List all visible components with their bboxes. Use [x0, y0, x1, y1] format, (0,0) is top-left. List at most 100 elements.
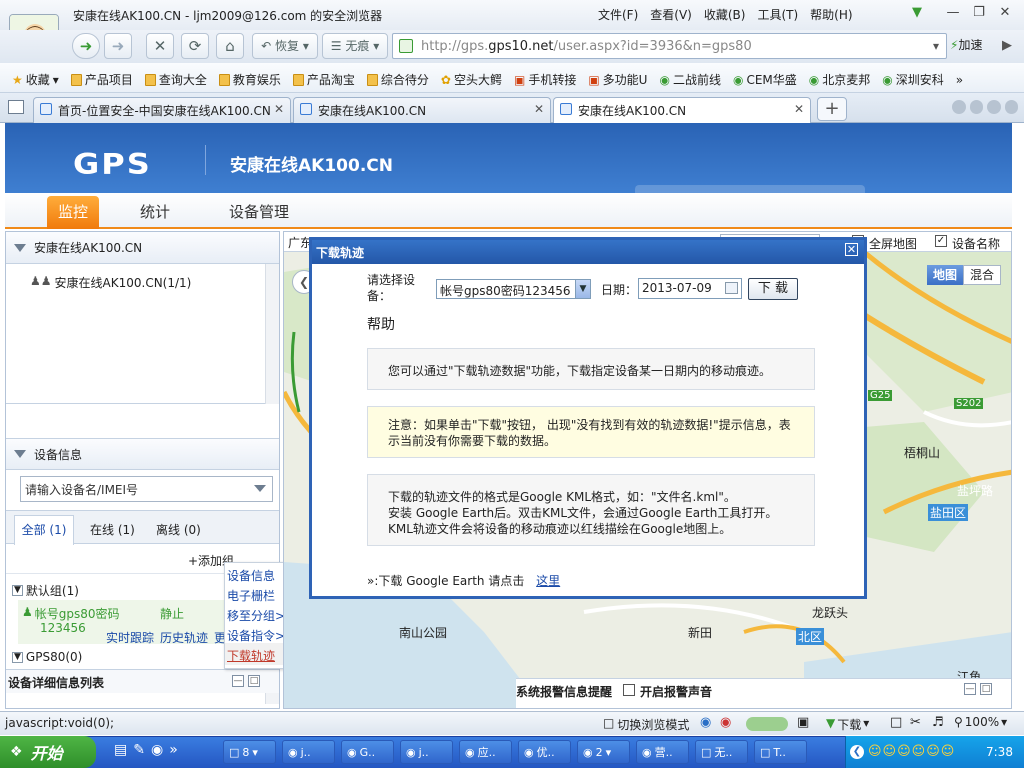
nav-monitor[interactable]: 监控 — [47, 196, 99, 229]
map-type-map[interactable]: 地图 — [927, 265, 963, 285]
tab-ak100-active[interactable]: 安康在线AK100.CN ✕ — [553, 97, 811, 124]
realtime-track-link[interactable]: 实时跟踪 — [106, 629, 154, 646]
favorites-overflow-icon[interactable]: » — [950, 71, 969, 88]
task-item[interactable]: □ 无.. — [695, 740, 748, 764]
tree-scrollbar[interactable] — [265, 264, 279, 404]
fav-item[interactable]: 教育娱乐 — [213, 71, 287, 88]
task-item[interactable]: ◉ G.. — [341, 740, 394, 764]
tab-close-all-icon[interactable] — [1004, 100, 1018, 114]
tab-ak100-1[interactable]: 安康在线AK100.CN ✕ — [293, 97, 551, 123]
quicklaunch-icon[interactable]: ▤ — [114, 742, 127, 758]
minimize-alarm-icon[interactable]: — — [964, 683, 976, 695]
volume-icon[interactable]: ♬ — [932, 715, 944, 730]
tab-list-icon[interactable] — [8, 100, 24, 114]
filter-offline[interactable]: 离线 (0) — [156, 521, 201, 538]
tree-header[interactable]: 安康在线AK100.CN — [6, 232, 279, 264]
device-name-checkbox[interactable]: ✓ — [935, 235, 947, 247]
restore-button[interactable]: ↶ 恢复 ▾ — [252, 33, 318, 59]
fav-item[interactable]: ◉ 北京麦邦 — [803, 71, 877, 88]
fav-item[interactable]: ▣ 手机转接 — [508, 71, 582, 88]
notrace-button[interactable]: ☰ 无痕 ▾ — [322, 33, 388, 59]
address-text[interactable]: http://gps.gps10.net/user.aspx?id=3936&n… — [421, 39, 752, 54]
fav-item[interactable]: ◉ CEM华盛 — [727, 71, 803, 88]
new-tab-icon[interactable]: + — [817, 97, 847, 121]
tab-left-icon[interactable] — [952, 100, 966, 114]
menu-tools[interactable]: 工具(T) — [757, 6, 798, 23]
refresh-icon[interactable]: ⟳ — [181, 33, 209, 59]
address-dropdown-icon[interactable]: ▾ — [926, 34, 946, 58]
device-header[interactable]: 设备信息 — [6, 438, 279, 470]
chevron-down-icon[interactable] — [254, 485, 266, 492]
shirt-icon[interactable]: ▼ — [906, 3, 928, 23]
history-track-link[interactable]: 历史轨迹 — [160, 629, 208, 646]
group-gps80[interactable]: ▼ GPS80(0) — [12, 650, 82, 664]
task-item[interactable]: ◉ 2 ▾ — [577, 740, 630, 764]
close-window-icon[interactable]: ✕ — [994, 3, 1016, 23]
alarm-sound-checkbox[interactable] — [623, 684, 635, 696]
earth-download-link[interactable]: 这里 — [536, 574, 560, 588]
task-item[interactable]: □ 8 ▾ — [223, 740, 276, 764]
tray-icons[interactable]: ☺☺☺☺☺☺ — [868, 744, 955, 759]
fav-item[interactable]: ✿ 空头大鳄 — [435, 71, 508, 88]
close-icon[interactable]: ✕ — [845, 243, 858, 256]
task-item[interactable]: ◉ 优.. — [518, 740, 571, 764]
home-icon[interactable]: ⌂ — [216, 33, 244, 59]
fav-item[interactable]: 产品项目 — [65, 71, 139, 88]
zoom-control[interactable]: ⚲ 100% ▾ — [954, 715, 1007, 729]
stop-icon[interactable]: ✕ — [146, 33, 174, 59]
device-search-input[interactable]: 请输入设备名/IMEI号 — [20, 476, 273, 502]
tab-menu-icon[interactable] — [987, 100, 1001, 114]
nav-device-management[interactable]: 设备管理 — [229, 201, 289, 222]
filter-online[interactable]: 在线 (1) — [90, 521, 135, 538]
tab-home[interactable]: 首页-位置安全-中国安康在线AK100.CN ✕ — [33, 97, 291, 123]
tool-icon[interactable]: ▣ — [797, 715, 809, 730]
chevron-down-icon[interactable]: ▼ — [575, 280, 590, 298]
fav-item[interactable]: 综合待分 — [361, 71, 435, 88]
menu-file[interactable]: 文件(F) — [598, 6, 638, 23]
fav-item[interactable]: ◉ 深圳安科 — [876, 71, 950, 88]
fav-item[interactable]: 产品淘宝 — [287, 71, 361, 88]
minimize-panel-icon[interactable]: — — [232, 675, 244, 687]
maximize-panel-icon[interactable]: □ — [248, 675, 260, 687]
ie-icon[interactable]: ◉ — [700, 715, 711, 730]
security-icon[interactable]: ◉ — [720, 715, 731, 730]
collapse-icon[interactable] — [14, 450, 26, 458]
filter-all[interactable]: 全部 (1) — [14, 515, 74, 545]
download-manager-button[interactable]: ▼ 下载 ▾ — [826, 716, 869, 733]
task-item[interactable]: ◉ j.. — [282, 740, 335, 764]
menu-help[interactable]: 帮助(H) — [810, 6, 852, 23]
fav-item[interactable]: ▣ 多功能U — [582, 71, 653, 88]
tray-expand-icon[interactable]: ❮ — [850, 745, 864, 759]
close-tab-icon[interactable]: ✕ — [274, 102, 284, 116]
quicklaunch-icon[interactable]: ◉ — [151, 742, 163, 758]
screenshot-icon[interactable]: ✂ — [910, 715, 921, 730]
restore-icon[interactable]: ❐ — [968, 3, 990, 23]
go-icon[interactable]: ▶ — [1002, 38, 1012, 53]
address-bar[interactable]: http://gps.gps10.net/user.aspx?id=3936&n… — [392, 33, 947, 59]
task-item[interactable]: ◉ j.. — [400, 740, 453, 764]
task-item[interactable]: □ T.. — [754, 740, 807, 764]
back-icon[interactable]: ➜ — [72, 33, 100, 59]
toggle-icon[interactable] — [746, 717, 788, 731]
browse-mode-button[interactable]: □ 切换浏览模式 — [603, 716, 689, 733]
minimize-icon[interactable]: — — [942, 3, 964, 23]
close-tab-icon[interactable]: ✕ — [534, 102, 544, 116]
quicklaunch-icon[interactable]: ✎ — [133, 742, 145, 758]
speedup-button[interactable]: ⚡加速 — [950, 36, 982, 53]
fav-item[interactable]: ◉ 二战前线 — [653, 71, 727, 88]
task-item[interactable]: ◉ 营.. — [636, 740, 689, 764]
map-type-mixed[interactable]: 混合 — [963, 265, 1001, 285]
expand-icon[interactable]: ▼ — [12, 651, 23, 663]
task-item[interactable]: ◉ 应.. — [459, 740, 512, 764]
nav-statistics[interactable]: 统计 — [140, 201, 170, 222]
expand-icon[interactable]: ▼ — [12, 585, 23, 596]
quicklaunch-icon[interactable]: » — [169, 742, 178, 758]
menu-favorites[interactable]: 收藏(B) — [704, 6, 746, 23]
group-default[interactable]: ▼ 默认组(1) — [12, 582, 79, 599]
download-button[interactable]: 下 载 — [748, 278, 798, 300]
start-button[interactable]: ❖ 开始 — [0, 736, 96, 768]
collapse-icon[interactable] — [14, 243, 26, 252]
maximize-alarm-icon[interactable]: □ — [980, 683, 992, 695]
menu-view[interactable]: 查看(V) — [650, 6, 692, 23]
close-tab-icon[interactable]: ✕ — [794, 102, 804, 116]
